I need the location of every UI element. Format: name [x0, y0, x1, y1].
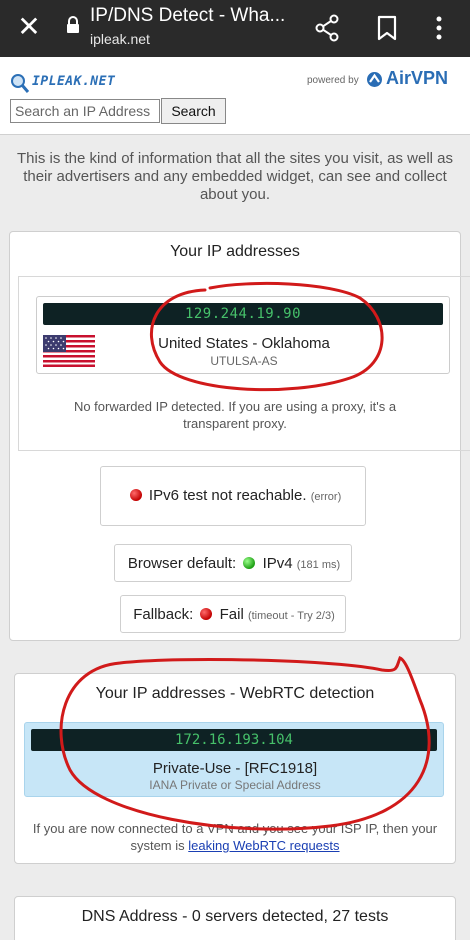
powered-by-label: powered by [307, 75, 359, 86]
search-button[interactable]: Search [161, 98, 226, 124]
fallback-value: Fail [219, 606, 244, 623]
ip-panel-title: Your IP addresses [170, 243, 300, 260]
bookmark-icon[interactable] [376, 15, 398, 41]
intro-text: This is the kind of information that all… [16, 150, 454, 203]
ipv6-status: IPv6 test not reachable. (error) [100, 466, 366, 526]
browser-default-detail: (181 ms) [296, 559, 341, 571]
webrtc-ip-address: 172.16.193.104 [31, 729, 437, 751]
status-red-icon [200, 608, 213, 620]
ipv6-detail: (error) [310, 491, 342, 503]
webrtc-panel-title: Your IP addresses - WebRTC detection [95, 685, 375, 702]
page-title[interactable]: IP/DNS Detect - Wha... [90, 5, 285, 27]
webrtc-leak-link[interactable]: leaking WebRTC requests [188, 838, 339, 853]
close-icon[interactable]: ✕ [14, 12, 44, 42]
webrtc-ip-type: Private-Use - [RFC1918] [152, 760, 318, 777]
dns-panel: DNS Address - 0 servers detected, 27 tes… [14, 896, 456, 940]
page-url[interactable]: ipleak.net [90, 31, 150, 47]
more-vert-icon[interactable] [432, 14, 446, 42]
status-red-icon [129, 489, 142, 501]
fallback-detail: (timeout - Try 2/3) [247, 610, 335, 622]
webrtc-card: 172.16.193.104 Private-Use - [RFC1918] I… [24, 722, 444, 797]
share-icon[interactable] [314, 14, 340, 42]
browser-default-status: Browser default: IPv4 (181 ms) [114, 544, 352, 582]
fallback-status: Fallback: Fail (timeout - Try 2/3) [120, 595, 346, 633]
logo-text: IPLEAK.NET [32, 74, 116, 89]
search-input[interactable]: Search an IP Address [10, 99, 160, 123]
status-green-icon [243, 557, 256, 569]
webrtc-note: If you are now connected to a VPN and yo… [28, 820, 442, 854]
fallback-label: Fallback: [133, 606, 194, 623]
dns-panel-title: DNS Address - 0 servers detected, 27 tes… [81, 908, 389, 925]
forward-note: No forwarded IP detected. If you are usi… [73, 399, 397, 431]
browser-toolbar: ✕ IP/DNS Detect - Wha... ipleak.net [0, 0, 470, 57]
magnifier-logo-icon [11, 74, 30, 93]
ipv6-label: IPv6 test not reachable. [148, 487, 307, 504]
webrtc-ip-sub: IANA Private or Special Address [149, 778, 321, 792]
airvpn-brand[interactable]: AirVPN [386, 68, 448, 89]
browser-default-value: IPv4 [262, 555, 293, 572]
browser-default-label: Browser default: [127, 555, 237, 572]
lock-icon [67, 16, 79, 33]
airvpn-logo-icon[interactable] [366, 71, 383, 88]
site-logo[interactable]: IPLEAK.NET [10, 71, 150, 97]
site-header: IPLEAK.NET powered by AirVPN Search an I… [0, 57, 470, 135]
